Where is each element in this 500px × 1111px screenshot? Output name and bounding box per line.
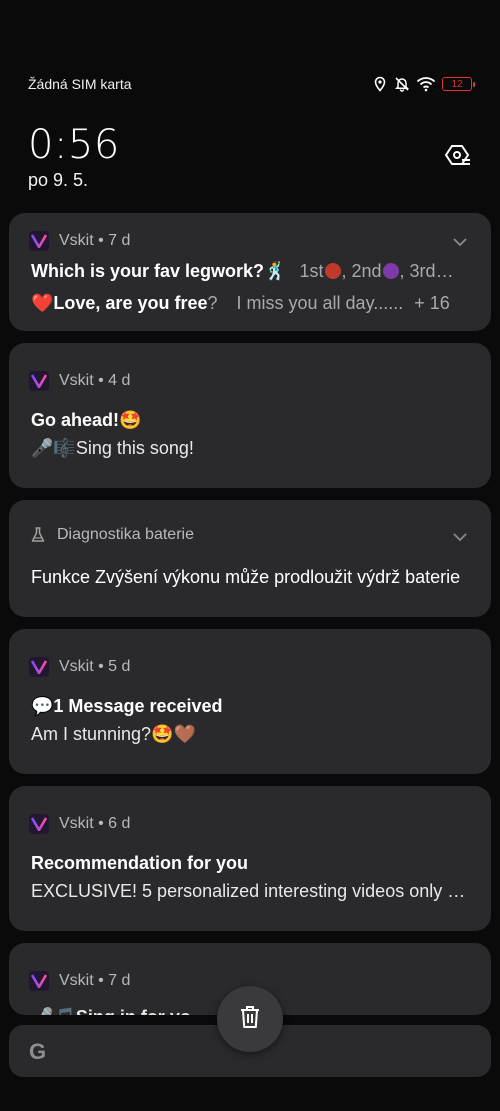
chevron-down-icon[interactable] — [451, 233, 469, 251]
notification-age: 4 d — [108, 372, 131, 389]
vskit-icon — [29, 231, 49, 251]
notification-card[interactable]: Diagnostika baterie Funkce Zvýšení výkon… — [9, 500, 491, 617]
chevron-down-icon[interactable] — [451, 528, 469, 546]
notification-header: Vskit • 7 d — [29, 971, 130, 991]
google-icon: G — [29, 1039, 47, 1064]
vskit-icon — [29, 814, 49, 834]
battery-level: 12 — [451, 78, 463, 90]
status-icons: 12 — [372, 76, 475, 92]
clear-all-button[interactable] — [217, 986, 283, 1052]
notification-header: Diagnostika baterie — [29, 526, 194, 544]
location-icon — [372, 76, 388, 92]
bell-off-icon — [394, 76, 410, 92]
settings-icon[interactable] — [444, 142, 472, 170]
notification-header: Vskit • 6 d — [29, 814, 130, 834]
notification-title: Which is your fav legwork?🕺 1st, 2nd, 3r… — [31, 261, 454, 281]
notification-text: ❤️Love, are you free? I miss you all day… — [31, 293, 450, 313]
notification-text: Funkce Zvýšení výkonu může prodloužit vý… — [31, 567, 461, 587]
notification-text: EXCLUSIVE! 5 personalized interesting vi… — [31, 881, 469, 901]
notification-title: Recommendation for you — [31, 853, 249, 873]
notification-age: 6 d — [108, 815, 131, 832]
vskit-icon — [29, 371, 49, 391]
vskit-icon — [29, 971, 49, 991]
status-bar: Žádná SIM karta 12 — [28, 74, 475, 94]
notification-card[interactable]: Vskit • 5 d 💬1 Message received Am I stu… — [9, 629, 491, 774]
app-name: Vskit — [59, 372, 94, 389]
app-name: Diagnostika baterie — [57, 526, 194, 543]
app-name: Vskit — [59, 972, 94, 989]
vskit-icon — [29, 657, 49, 677]
notification-card[interactable]: Vskit • 4 d Go ahead!🤩 🎤🎼Sing this song! — [9, 343, 491, 488]
notification-age: 7 d — [108, 972, 131, 989]
notification-text: Am I stunning?🤩🤎 — [31, 724, 196, 744]
wifi-icon — [416, 76, 436, 92]
clock: 0:56 — [28, 122, 120, 168]
app-name: Vskit — [59, 232, 94, 249]
flask-icon — [29, 526, 47, 544]
battery-icon: 12 — [442, 77, 475, 91]
app-name: Vskit — [59, 815, 94, 832]
notification-age: 5 d — [108, 658, 131, 675]
notification-header: Vskit • 5 d — [29, 657, 130, 677]
notification-header: Vskit • 4 d — [29, 371, 130, 391]
more-count: + 16 — [414, 293, 450, 313]
carrier-label: Žádná SIM karta — [28, 76, 132, 92]
notification-text: 🎤🎼Sing this song! — [31, 438, 194, 458]
notification-card[interactable]: Vskit • 7 d Which is your fav legwork?🕺 … — [9, 213, 491, 331]
date: po 9. 5. — [28, 170, 89, 190]
notification-title: 💬1 Message received — [31, 696, 223, 716]
app-name: Vskit — [59, 658, 94, 675]
trash-icon — [237, 1003, 263, 1036]
notification-age: 7 d — [108, 232, 131, 249]
notification-card[interactable]: Vskit • 6 d Recommendation for you EXCLU… — [9, 786, 491, 931]
notification-title: Go ahead!🤩 — [31, 410, 142, 430]
notification-header: Vskit • 7 d — [29, 231, 130, 251]
